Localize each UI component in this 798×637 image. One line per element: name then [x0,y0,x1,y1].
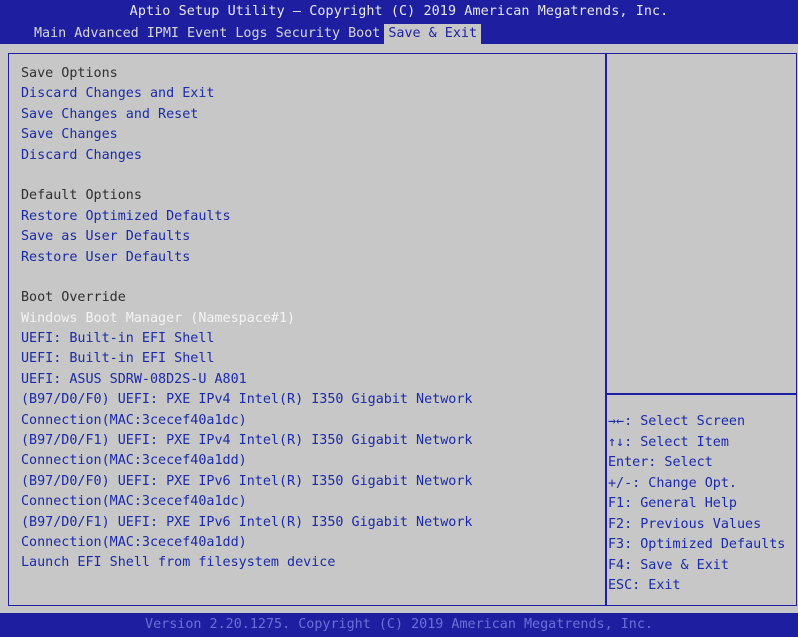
boot-item-pxe-ipv6-f0[interactable]: (B97/D0/F0) UEFI: PXE IPv6 Intel(R) I350… [21,472,596,513]
menu-item-save-changes[interactable]: Save Changes [21,125,596,145]
app-title: Aptio Setup Utility – Copyright (C) 2019… [129,4,669,19]
boot-item-launch-efi-shell[interactable]: Launch EFI Shell from filesystem device [21,553,596,573]
boot-item-pxe-ipv4-f1[interactable]: (B97/D0/F1) UEFI: PXE IPv4 Intel(R) I350… [21,431,596,472]
boot-item-line: Connection(MAC:3cecef40a1dd) [21,534,247,550]
boot-item-line: (B97/D0/F0) UEFI: PXE IPv4 Intel(R) I350… [21,392,473,408]
menu-item-restore-user-defaults[interactable]: Restore User Defaults [21,248,596,268]
tab-advanced[interactable]: Advanced [70,24,143,44]
boot-item-line: Connection(MAC:3cecef40a1dc) [21,412,247,428]
help-select-item: ↑↓: Select Item [608,434,729,450]
key-help-panel: →←: Select Screen ↑↓: Select Item Enter:… [608,412,796,597]
section-heading-default-options: Default Options [21,188,142,204]
help-change-opt: +/-: Change Opt. [608,475,737,491]
help-previous-values: F2: Previous Values [608,516,762,532]
help-save-exit: F4: Save & Exit [608,557,729,573]
menu-item-save-changes-and-reset[interactable]: Save Changes and Reset [21,105,596,125]
tab-ipmi[interactable]: IPMI [143,24,183,44]
version-footer: Version 2.20.1275. Copyright (C) 2019 Am… [0,613,798,637]
help-enter-select: Enter: Select [608,455,713,470]
section-heading-boot-override: Boot Override [21,290,126,306]
options-menu: Save Options Discard Changes and Exit Sa… [21,64,596,574]
panel-divider [605,54,607,605]
boot-item-line: Connection(MAC:3cecef40a1dd) [21,453,247,469]
section-heading-save-options: Save Options [21,66,118,81]
help-select-screen: →←: Select Screen [608,414,746,429]
boot-item-pxe-ipv4-f0[interactable]: (B97/D0/F0) UEFI: PXE IPv4 Intel(R) I350… [21,390,596,431]
tab-bar: Main Advanced IPMI Event Logs Security B… [30,24,482,44]
boot-item-line: (B97/D0/F1) UEFI: PXE IPv4 Intel(R) I350… [21,433,473,449]
boot-item-line: (B97/D0/F0) UEFI: PXE IPv6 Intel(R) I350… [21,473,473,489]
boot-item-windows-boot-manager[interactable]: Windows Boot Manager (Namespace#1) [21,309,596,329]
title-bar: Aptio Setup Utility – Copyright (C) 2019… [0,0,798,44]
menu-item-restore-optimized-defaults[interactable]: Restore Optimized Defaults [21,207,596,227]
tab-boot[interactable]: Boot [344,24,384,44]
boot-item-line: Connection(MAC:3cecef40a1dc) [21,494,247,510]
boot-item-pxe-ipv6-f1[interactable]: (B97/D0/F1) UEFI: PXE IPv6 Intel(R) I350… [21,513,596,554]
help-optimized-defaults: F3: Optimized Defaults [608,537,786,552]
boot-item-efi-shell-2[interactable]: UEFI: Built-in EFI Shell [21,349,596,369]
help-esc-exit: ESC: Exit [608,578,681,593]
tab-main[interactable]: Main [30,24,70,44]
boot-item-efi-shell-1[interactable]: UEFI: Built-in EFI Shell [21,329,596,349]
tab-event-logs[interactable]: Event Logs [183,24,272,44]
menu-item-save-as-user-defaults[interactable]: Save as User Defaults [21,227,596,247]
menu-item-discard-changes-and-exit[interactable]: Discard Changes and Exit [21,84,596,104]
tab-save-exit[interactable]: Save & Exit [384,24,482,44]
menu-item-discard-changes[interactable]: Discard Changes [21,146,596,166]
tab-security[interactable]: Security [272,24,345,44]
boot-item-line: (B97/D0/F1) UEFI: PXE IPv6 Intel(R) I350… [21,514,473,530]
help-general-help: F1: General Help [608,496,737,511]
boot-item-asus-sdrw[interactable]: UEFI: ASUS SDRW-08D2S-U A801 [21,370,596,390]
help-divider [607,393,796,395]
